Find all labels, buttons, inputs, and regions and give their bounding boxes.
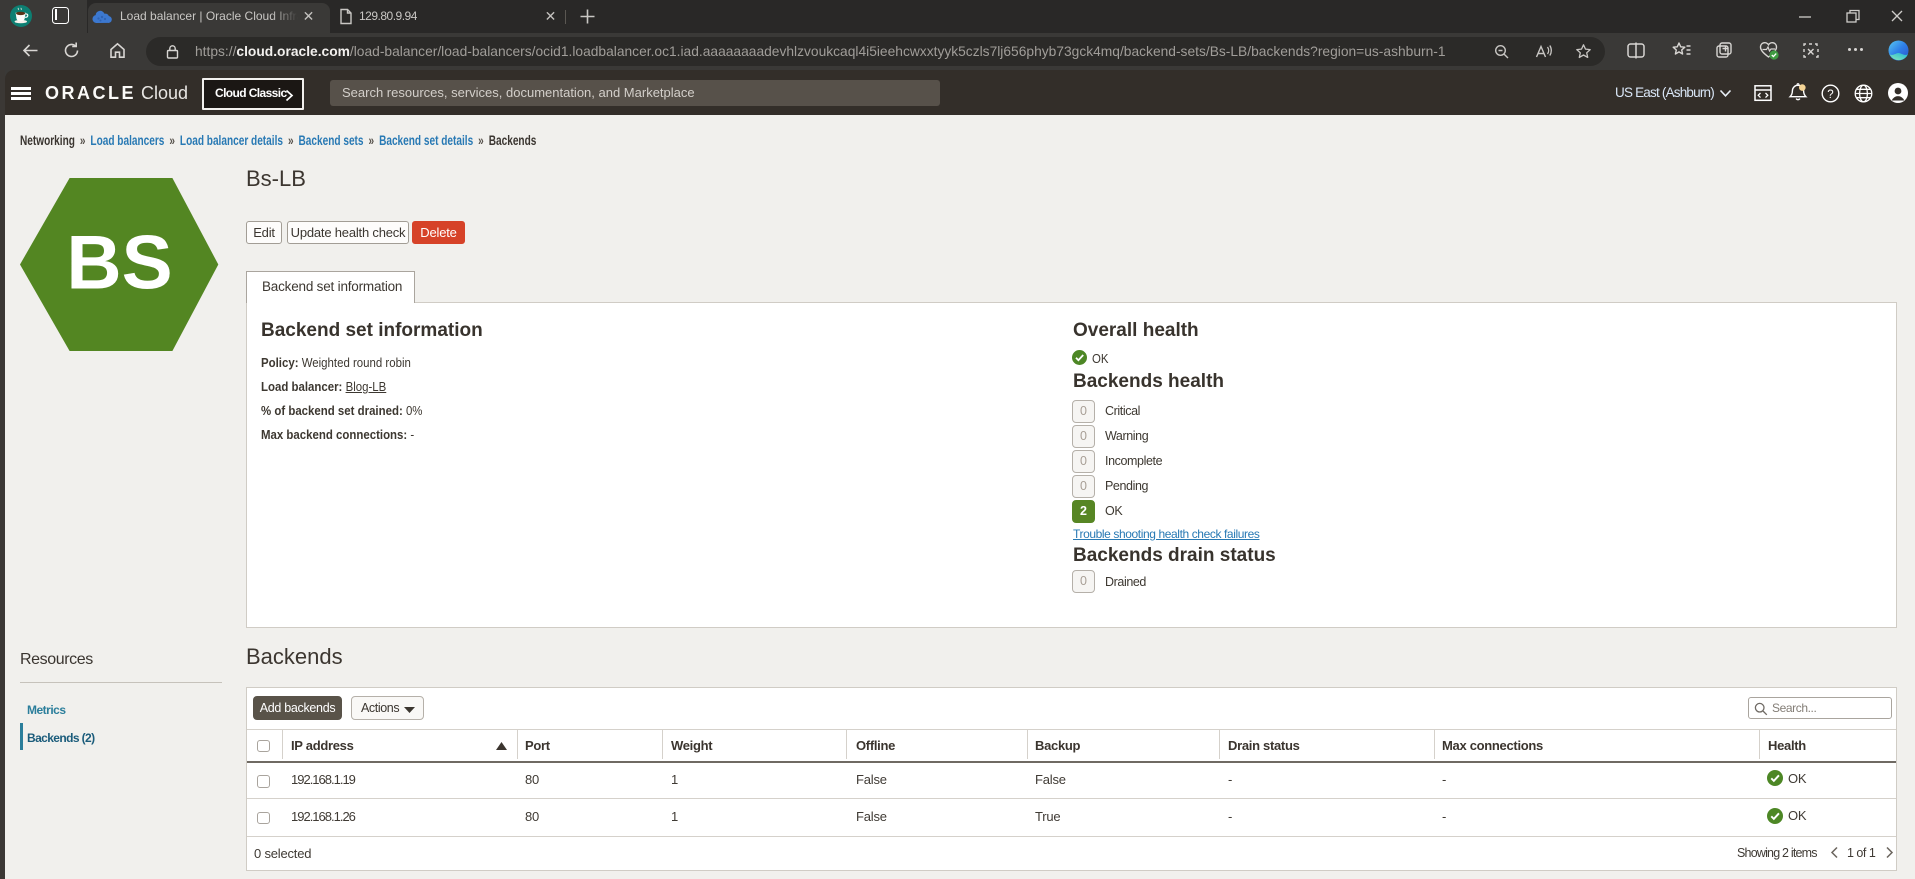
svg-text:?: ? [1827,89,1833,101]
svg-text:BS: BS [66,221,172,306]
